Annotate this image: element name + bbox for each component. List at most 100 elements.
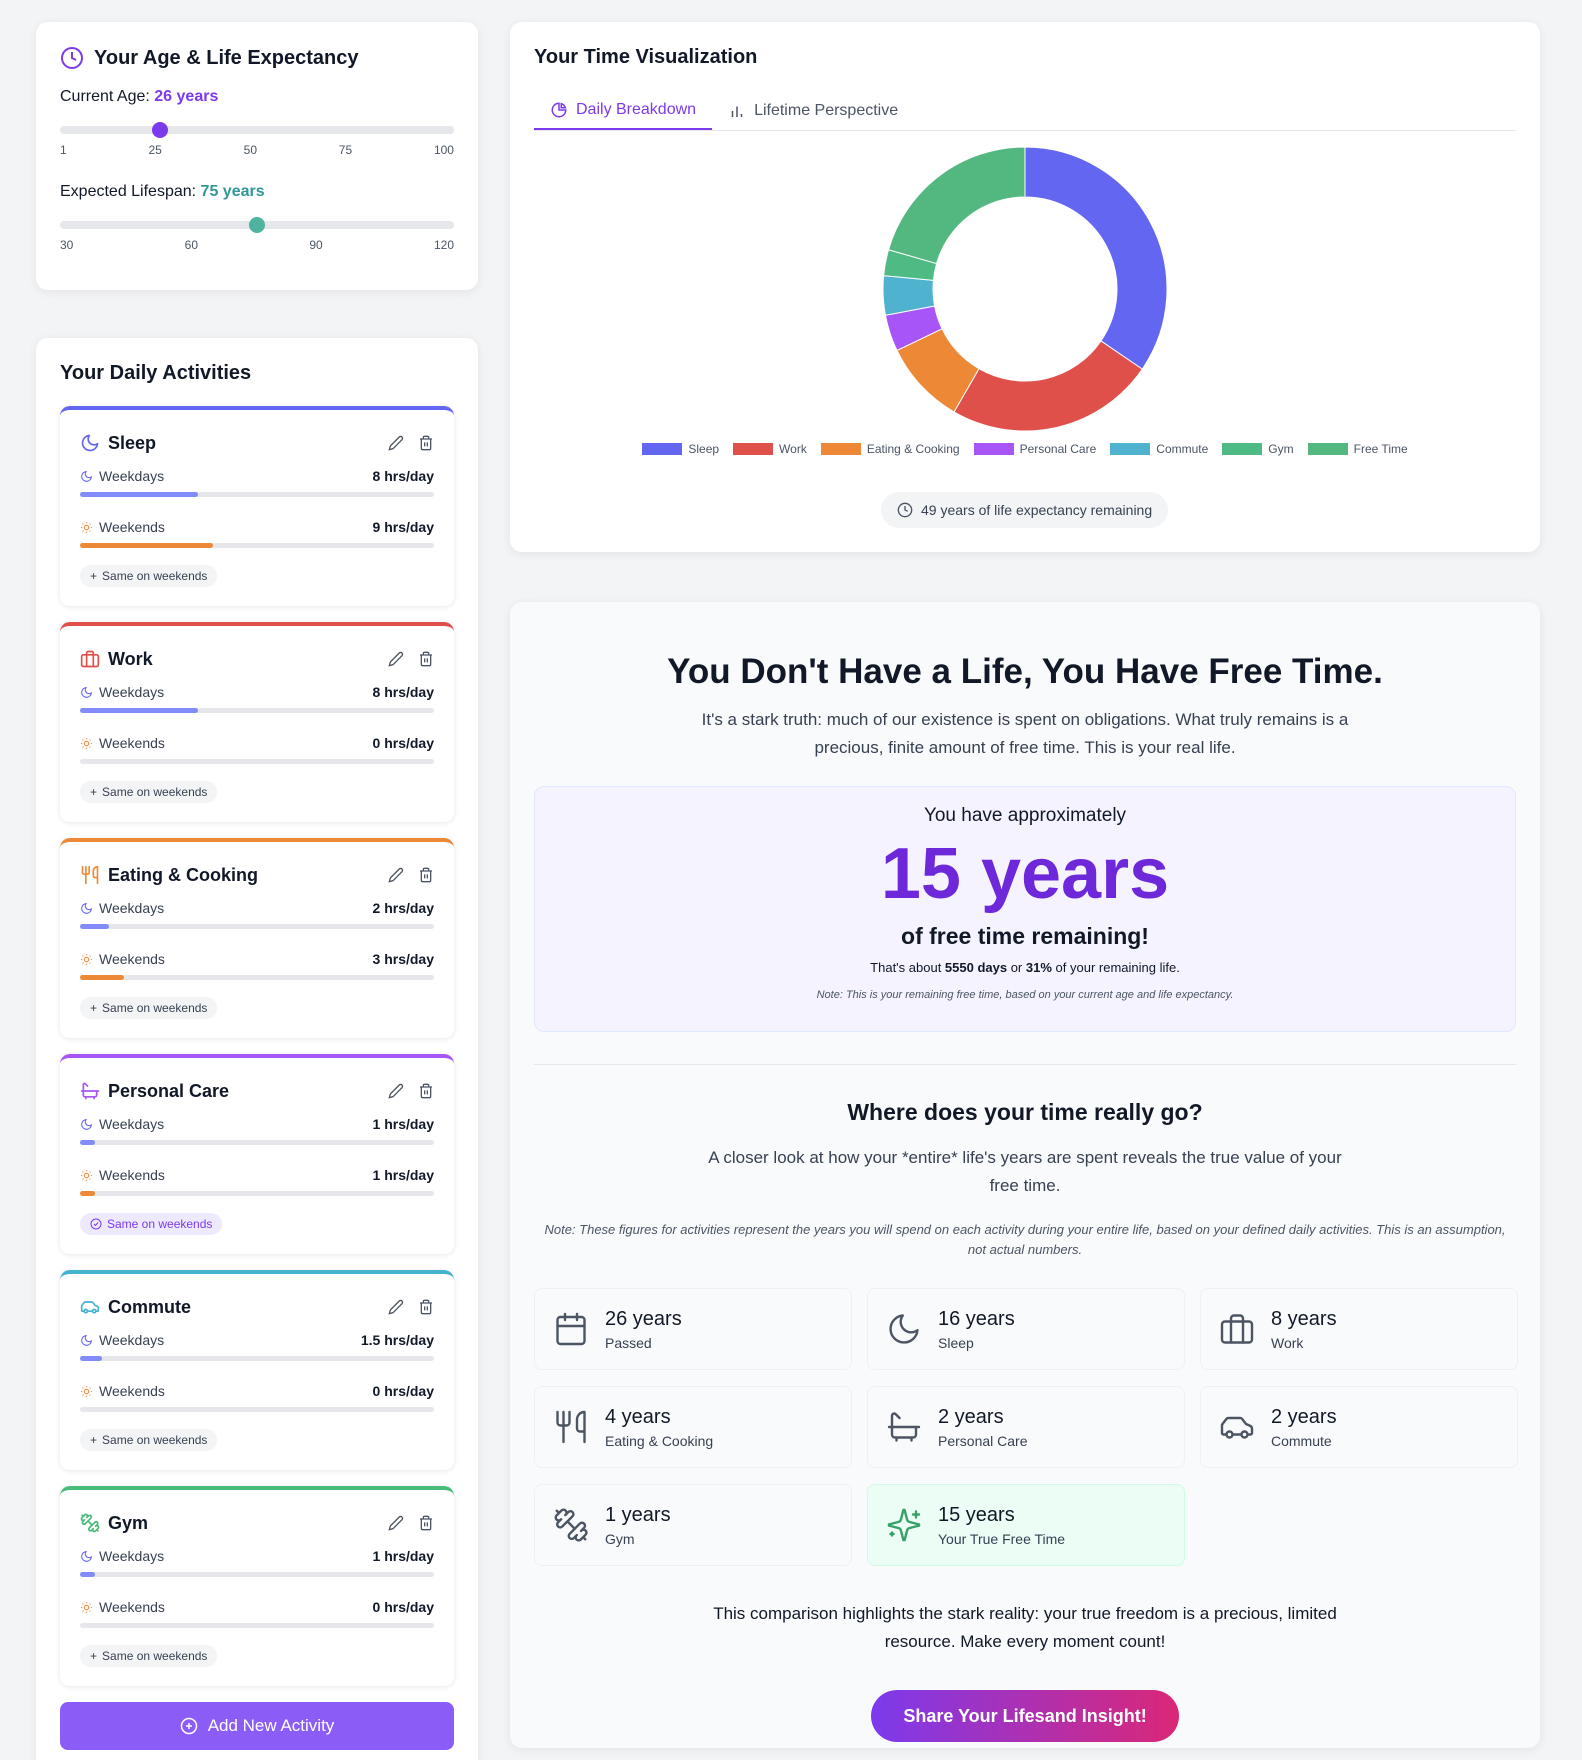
lifespan-slider[interactable]	[60, 217, 454, 233]
share-button[interactable]: Share Your Lifesand Insight!	[871, 1690, 1179, 1742]
trash-icon[interactable]	[418, 1515, 434, 1531]
stat-value: 8 years	[1271, 1307, 1337, 1330]
tab-lifetime-perspective[interactable]: Lifetime Perspective	[712, 91, 914, 130]
stat-value: 15 years	[938, 1503, 1015, 1526]
legend-label: Eating & Cooking	[866, 442, 960, 456]
current-age-thumb[interactable]	[151, 122, 168, 138]
trash-icon[interactable]	[418, 435, 434, 451]
pie-chart-icon	[551, 101, 567, 117]
legend-swatch	[1307, 443, 1348, 455]
legend-swatch	[642, 443, 683, 455]
edit-icon[interactable]	[388, 435, 404, 451]
weekends-slider[interactable]	[80, 1407, 434, 1412]
edit-icon[interactable]	[388, 1299, 404, 1315]
same-on-weekends-toggle[interactable]: + Same on weekends	[80, 565, 218, 587]
activity-name: Sleep	[108, 432, 157, 453]
edit-icon[interactable]	[388, 1083, 404, 1099]
weekdays-label: Weekdays	[99, 468, 165, 484]
viz-title: Your Time Visualization	[534, 46, 758, 68]
stats-grid: 26 years Passed 16 years Sleep 8 years Work 4 …	[534, 1288, 1518, 1566]
stat-card: 15 years Your True Free Time	[867, 1484, 1185, 1566]
trash-icon[interactable]	[418, 651, 434, 667]
free-time-box: You have approximately 15 years of free …	[534, 786, 1516, 1032]
trash-icon[interactable]	[418, 1083, 434, 1099]
divider	[534, 1064, 1516, 1065]
tick-label: 25	[148, 143, 162, 157]
donut-slice-free-time[interactable]	[887, 146, 1026, 265]
edit-icon[interactable]	[388, 867, 404, 883]
weekdays-slider[interactable]	[80, 924, 434, 929]
current-age-slider[interactable]	[60, 122, 454, 138]
weekdays-slider[interactable]	[80, 1140, 434, 1145]
same-on-weekends-toggle[interactable]: + Same on weekends	[80, 781, 218, 803]
weekdays-hours: 1 hrs/day	[372, 1116, 434, 1132]
briefcase-icon	[80, 650, 100, 668]
weekdays-hours: 2 hrs/day	[372, 900, 434, 916]
free-remaining-label: of free time remaining!	[901, 923, 1149, 949]
legend-item[interactable]: Commute	[1110, 442, 1208, 456]
same-label: Same on weekends	[102, 1001, 208, 1015]
weekends-slider[interactable]	[80, 1623, 434, 1628]
lifespan-label: Expected Lifespan:	[60, 183, 197, 200]
age-title: Your Age & Life Expectancy	[94, 46, 359, 69]
weekends-slider[interactable]	[80, 1191, 434, 1196]
same-on-weekends-toggle[interactable]: + Same on weekends	[80, 1429, 218, 1451]
legend-label: Gym	[1268, 442, 1294, 456]
bath-icon	[80, 1082, 100, 1100]
moon-icon	[81, 902, 93, 914]
weekends-label: Weekends	[99, 1599, 165, 1615]
check-circle-icon	[90, 1218, 102, 1230]
sun-icon	[81, 737, 92, 749]
weekdays-slider[interactable]	[80, 708, 434, 713]
activity-name: Personal Care	[108, 1080, 230, 1101]
legend-item[interactable]: Work	[733, 442, 807, 456]
legend-label: Personal Care	[1019, 442, 1097, 456]
same-on-weekends-toggle[interactable]: + Same on weekends	[80, 1645, 218, 1667]
lifespan-thumb[interactable]	[249, 217, 265, 233]
weekdays-slider[interactable]	[80, 492, 434, 497]
legend-label: Commute	[1156, 442, 1209, 456]
add-activity-label: Add New Activity	[207, 1716, 335, 1735]
stat-label: Sleep	[938, 1334, 974, 1351]
legend-item[interactable]: Eating & Cooking	[820, 442, 960, 456]
legend-item[interactable]: Gym	[1222, 442, 1294, 456]
weekends-slider[interactable]	[80, 759, 434, 764]
add-activity-button[interactable]: Add New Activity	[60, 1702, 454, 1750]
stat-card: 26 years Passed	[534, 1288, 852, 1370]
plus-icon: +	[90, 1433, 98, 1447]
briefcase-icon	[1220, 1314, 1254, 1344]
weekends-slider[interactable]	[80, 543, 434, 548]
weekends-label: Weekends	[99, 735, 165, 751]
legend-swatch	[973, 443, 1014, 455]
weekdays-hours: 8 hrs/day	[372, 684, 434, 700]
trash-icon[interactable]	[418, 867, 434, 883]
same-on-weekends-toggle[interactable]: Same on weekends	[80, 1213, 223, 1235]
sun-icon	[81, 1601, 92, 1613]
same-on-weekends-toggle[interactable]: + Same on weekends	[80, 997, 218, 1019]
same-label: Same on weekends	[102, 785, 208, 799]
weekends-slider[interactable]	[80, 975, 434, 980]
legend-item[interactable]: Free Time	[1307, 442, 1408, 456]
edit-icon[interactable]	[388, 1515, 404, 1531]
same-label: Same on weekends	[102, 1649, 208, 1663]
tick-label: 120	[433, 238, 454, 252]
sun-icon	[81, 521, 92, 533]
viz-tabs: Daily Breakdown Lifetime Perspective	[534, 91, 1516, 131]
edit-icon[interactable]	[388, 651, 404, 667]
weekends-hours: 0 hrs/day	[372, 1599, 434, 1615]
donut-slice-work[interactable]	[953, 340, 1143, 432]
legend-item[interactable]: Sleep	[642, 442, 719, 456]
lifespan-ticks: 30 60 90 120	[60, 238, 454, 252]
days-value: 5550 days	[944, 960, 1008, 975]
tick-label: 60	[184, 238, 199, 252]
legend-item[interactable]: Personal Care	[973, 442, 1097, 456]
moon-icon	[81, 1118, 93, 1130]
trash-icon[interactable]	[418, 1299, 434, 1315]
age-ticks: 1 25 50 75 100	[60, 143, 454, 157]
tab-daily-breakdown[interactable]: Daily Breakdown	[534, 91, 713, 130]
closing-text: This comparison highlights the stark rea…	[713, 1604, 1337, 1651]
weekdays-label: Weekdays	[99, 1332, 165, 1348]
weekdays-slider[interactable]	[80, 1572, 434, 1577]
donut-slice-sleep[interactable]	[1024, 146, 1168, 370]
weekdays-slider[interactable]	[80, 1356, 434, 1361]
